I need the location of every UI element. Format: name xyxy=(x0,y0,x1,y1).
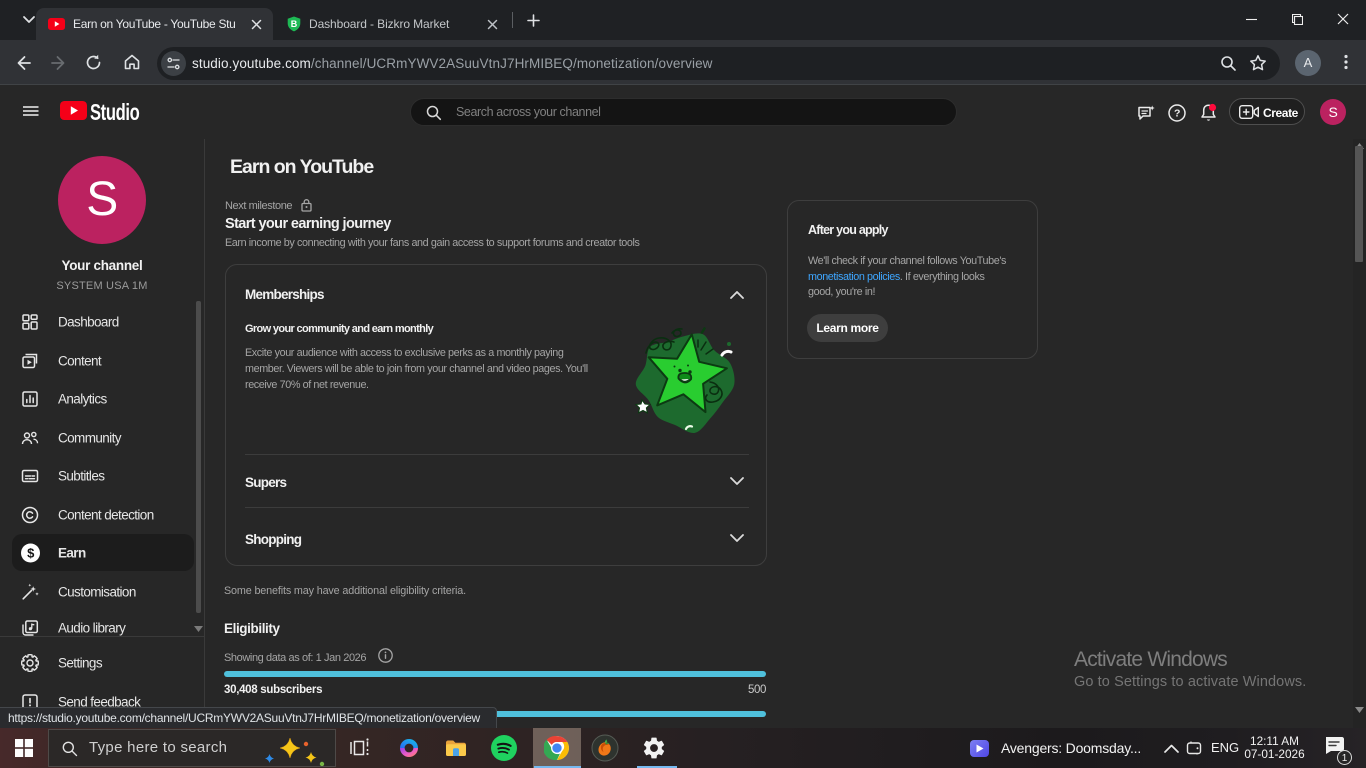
svg-text:B: B xyxy=(291,19,298,29)
svg-text:?: ? xyxy=(1174,108,1180,120)
svg-text:$: $ xyxy=(27,546,35,561)
